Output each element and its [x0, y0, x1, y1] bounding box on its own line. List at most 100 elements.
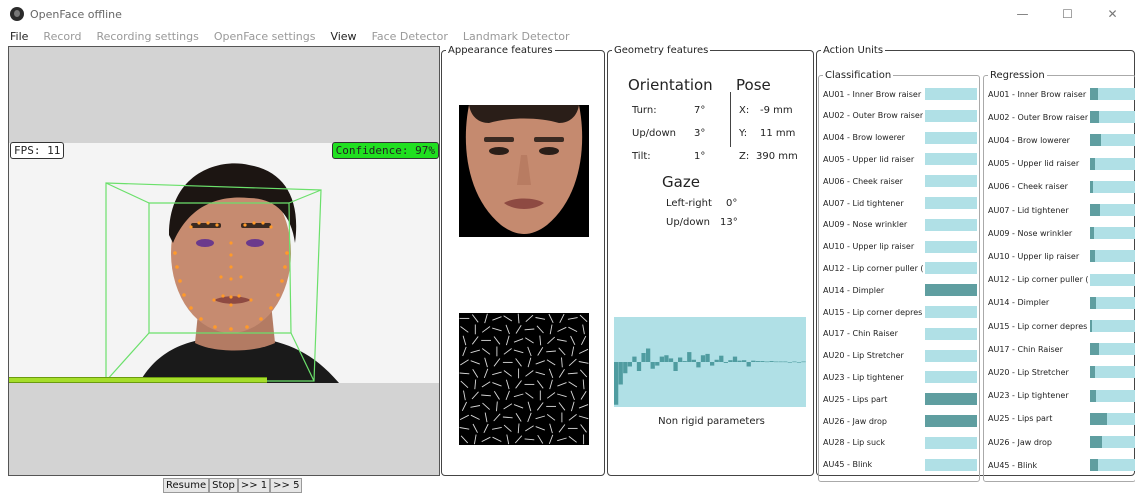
regression-row: AU09 - Nose wrinkler — [988, 226, 1135, 240]
regression-bar-fill — [1090, 436, 1103, 448]
regression-bar-fill — [1090, 343, 1100, 356]
regression-bar — [1090, 273, 1135, 286]
classification-row: AU28 - Lip suck — [823, 436, 977, 450]
classification-row: AU01 - Inner Brow raiser — [823, 87, 977, 101]
tracked-face-image — [9, 143, 439, 383]
regression-label: AU10 - Upper lip raiser — [988, 251, 1080, 261]
chart-bar — [659, 356, 664, 362]
regression-bar — [1090, 296, 1135, 309]
classification-label: AU09 - Nose wrinkler — [823, 220, 908, 230]
regression-bar-fill — [1090, 88, 1098, 100]
regression-label: AU17 - Chin Raiser — [988, 344, 1063, 354]
chart-bar — [655, 362, 660, 366]
regression-row: AU15 - Lip corner depres — [988, 319, 1135, 333]
menu-record[interactable]: Record — [34, 30, 87, 43]
classification-row: AU14 - Dimpler — [823, 283, 977, 297]
chart-bar — [787, 362, 792, 363]
regression-legend: Regression — [990, 70, 1045, 81]
appearance-features-legend: Appearance features — [448, 45, 553, 56]
close-button[interactable]: ✕ — [1090, 0, 1135, 28]
turn-value: 7° — [694, 105, 706, 116]
chart-bar — [673, 362, 678, 371]
classification-row: AU09 - Nose wrinkler — [823, 218, 977, 232]
regression-label: AU14 - Dimpler — [988, 298, 1050, 308]
regression-bar-fill — [1090, 227, 1095, 240]
classification-bar — [925, 218, 977, 231]
regression-label: AU07 - Lid tightener — [988, 205, 1069, 215]
chart-bar — [705, 353, 710, 362]
regression-bar-fill — [1090, 134, 1102, 147]
chart-bar — [650, 362, 655, 369]
chart-bar — [614, 362, 619, 405]
regression-label: AU20 - Lip Stretcher — [988, 367, 1069, 377]
classification-bar — [925, 262, 977, 275]
regression-row: AU04 - Brow lowerer — [988, 133, 1135, 147]
chart-bar — [618, 362, 623, 385]
classification-bar — [925, 415, 977, 427]
menu-landmark-detector[interactable]: Landmark Detector — [454, 30, 576, 43]
chart-bar — [737, 360, 742, 362]
chart-bar — [742, 360, 747, 362]
regression-bar — [1090, 459, 1135, 472]
classification-row: AU23 - Lip tightener — [823, 370, 977, 384]
regression-bar — [1090, 366, 1135, 379]
chart-bar — [732, 356, 738, 362]
regression-bar — [1090, 204, 1135, 216]
non-rigid-parameters-chart — [614, 317, 806, 407]
regression-bar-fill — [1090, 204, 1101, 216]
menu-view[interactable]: View — [321, 30, 362, 43]
classification-label: AU04 - Brow lowerer — [823, 133, 905, 143]
regression-bar-fill — [1090, 389, 1097, 402]
menu-bar: File Record Recording settings OpenFace … — [0, 27, 1135, 45]
video-progress-bar[interactable] — [9, 377, 439, 383]
regression-bar-fill — [1090, 366, 1096, 379]
classification-group: Classification AU01 - Inner Brow raiser A… — [818, 70, 980, 482]
menu-face-detector[interactable]: Face Detector — [363, 30, 454, 43]
menu-openface-settings[interactable]: OpenFace settings — [205, 30, 322, 43]
chart-bar — [764, 361, 770, 363]
classification-bar — [925, 153, 977, 166]
maximize-button[interactable]: ☐ — [1045, 0, 1090, 28]
menu-file[interactable]: File — [0, 30, 34, 43]
classification-bar-fill — [925, 415, 977, 427]
classification-row: AU10 - Upper lip raiser — [823, 240, 977, 254]
regression-row: AU23 - Lip tightener — [988, 389, 1135, 403]
chart-bar — [668, 358, 674, 362]
pose-y-value: 11 mm — [760, 128, 796, 139]
regression-row: AU45 - Blink — [988, 458, 1135, 472]
chart-bar — [682, 361, 687, 362]
stop-button[interactable]: Stop — [209, 478, 238, 493]
window-title: OpenFace offline — [30, 7, 122, 21]
turn-label: Turn: — [632, 105, 657, 116]
regression-label: AU15 - Lip corner depres — [988, 321, 1088, 331]
regression-label: AU12 - Lip corner puller ( — [988, 275, 1088, 285]
menu-recording-settings[interactable]: Recording settings — [87, 30, 204, 43]
window-controls: — ☐ ✕ — [1000, 0, 1135, 28]
divider — [730, 92, 731, 147]
fps-badge: FPS: 11 — [10, 142, 65, 159]
chart-bar — [632, 356, 637, 362]
resume-button[interactable]: Resume — [163, 478, 210, 493]
regression-row: AU20 - Lip Stretcher — [988, 365, 1135, 379]
tilt-value: 1° — [694, 151, 706, 162]
appearance-features-group: Appearance features — [441, 45, 605, 476]
regression-bar-fill — [1090, 296, 1097, 309]
chart-bar — [723, 362, 728, 363]
classification-bar — [925, 349, 977, 362]
skip-1-button[interactable]: >> 1 — [237, 478, 271, 493]
classification-bar — [925, 327, 977, 340]
classification-row: AU05 - Upper lid raiser — [823, 152, 977, 166]
regression-group: Regression AU01 - Inner Brow raiser AU02 … — [983, 70, 1135, 482]
orientation-heading: Orientation — [628, 76, 713, 94]
pose-x-label: X: — [739, 105, 750, 116]
chart-bar — [627, 362, 632, 367]
non-rigid-caption: Non rigid parameters — [658, 416, 765, 427]
minimize-button[interactable]: — — [1000, 0, 1045, 28]
chart-bar — [700, 355, 706, 362]
regression-label: AU04 - Brow lowerer — [988, 135, 1070, 145]
regression-row: AU25 - Lips part — [988, 412, 1135, 426]
updown-label: Up/down — [632, 128, 677, 139]
regression-label: AU26 - Jaw drop — [988, 437, 1052, 447]
skip-5-button[interactable]: >> 5 — [270, 478, 303, 493]
regression-label: AU02 - Outer Brow raiser — [988, 112, 1088, 122]
